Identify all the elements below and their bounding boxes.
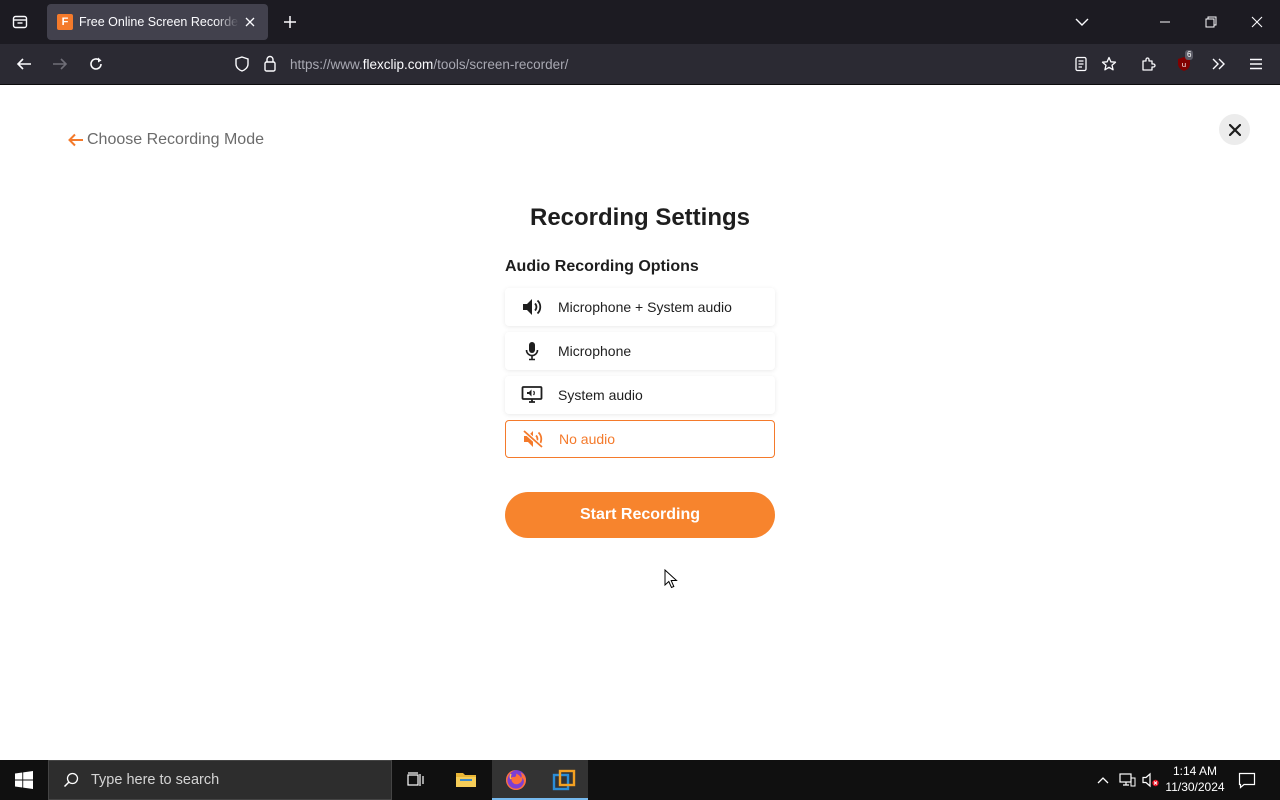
- option-system-audio[interactable]: System audio: [505, 376, 775, 414]
- muted-icon: [522, 428, 544, 450]
- bookmark-star-icon[interactable]: [1095, 50, 1123, 78]
- lock-icon[interactable]: [263, 55, 277, 77]
- windows-taskbar: Type here to search 1:14 AM 11/30/2024: [0, 760, 1280, 800]
- extension-badge: 6: [1185, 50, 1194, 60]
- url-host: flexclip.com: [362, 57, 434, 72]
- minimize-icon[interactable]: [1151, 8, 1179, 36]
- mouse-cursor-icon: [664, 569, 678, 589]
- browser-tab-bar: F Free Online Screen Recorder & Webcam R…: [0, 0, 1280, 44]
- clock-date: 11/30/2024: [1165, 780, 1225, 794]
- url-text[interactable]: https://www.flexclip.com/tools/screen-re…: [290, 57, 568, 72]
- option-no-audio[interactable]: No audio: [505, 420, 775, 458]
- taskbar-search-box[interactable]: Type here to search: [48, 760, 392, 800]
- url-prefix: https://www.: [290, 57, 363, 72]
- flexclip-favicon-icon: F: [57, 14, 73, 30]
- list-all-tabs-chevron-icon[interactable]: [1068, 8, 1096, 36]
- notifications-icon[interactable]: [1236, 760, 1258, 800]
- page-title: Recording Settings: [529, 204, 751, 231]
- speaker-icon: [521, 296, 543, 318]
- tab-title: Free Online Screen Recorder & Webcam Rec…: [79, 15, 239, 29]
- shield-icon[interactable]: [234, 56, 250, 77]
- close-icon: [1228, 123, 1241, 136]
- close-tab-icon[interactable]: [240, 12, 260, 32]
- search-icon: [63, 772, 79, 788]
- browser-toolbar: https://www.flexclip.com/tools/screen-re…: [0, 44, 1280, 85]
- taskbar-clock[interactable]: 1:14 AM 11/30/2024: [1162, 763, 1228, 795]
- task-view-icon[interactable]: [392, 760, 440, 800]
- search-placeholder: Type here to search: [91, 772, 220, 788]
- option-microphone-system-audio[interactable]: Microphone + System audio: [505, 288, 775, 326]
- show-hidden-icons-chevron-icon[interactable]: [1094, 760, 1112, 800]
- option-microphone[interactable]: Microphone: [505, 332, 775, 370]
- virtual-machine-app-icon[interactable]: [540, 760, 588, 800]
- extensions-puzzle-icon[interactable]: [1134, 50, 1162, 78]
- start-recording-button[interactable]: Start Recording: [505, 492, 775, 538]
- address-bar[interactable]: https://www.flexclip.com/tools/screen-re…: [228, 48, 1068, 80]
- new-tab-icon[interactable]: [278, 10, 302, 34]
- choose-recording-mode-link[interactable]: Choose Recording Mode: [68, 131, 264, 149]
- option-label: System audio: [558, 387, 643, 403]
- ublock-extension-icon[interactable]: u 6: [1170, 50, 1198, 78]
- network-icon[interactable]: [1116, 760, 1138, 800]
- reader-view-icon[interactable]: [1067, 50, 1095, 78]
- back-link-label: Choose Recording Mode: [87, 131, 264, 148]
- tab-overview-icon[interactable]: [6, 8, 34, 36]
- more-tools-chevrons-icon[interactable]: [1205, 50, 1233, 78]
- windows-start-icon[interactable]: [0, 760, 48, 800]
- active-tab[interactable]: F Free Online Screen Recorder & Webcam R…: [47, 4, 268, 40]
- hamburger-menu-icon[interactable]: [1242, 50, 1270, 78]
- clock-time: 1:14 AM: [1172, 764, 1218, 778]
- option-label: Microphone: [558, 343, 632, 359]
- option-label: No audio: [559, 431, 616, 447]
- forward-icon[interactable]: [46, 50, 74, 78]
- url-path: /tools/screen-recorder/: [433, 57, 569, 72]
- microphone-icon: [521, 340, 543, 362]
- option-label: Microphone + System audio: [558, 299, 732, 315]
- reload-icon[interactable]: [82, 50, 110, 78]
- volume-muted-icon[interactable]: [1140, 760, 1162, 800]
- svg-text:u: u: [1182, 61, 1186, 69]
- close-window-icon[interactable]: [1243, 8, 1271, 36]
- close-dialog-button[interactable]: [1219, 114, 1250, 145]
- back-icon[interactable]: [10, 50, 38, 78]
- recording-settings-page: Choose Recording Mode Recording Settings…: [0, 85, 1280, 760]
- monitor-speaker-icon: [521, 384, 543, 406]
- file-explorer-icon[interactable]: [442, 760, 490, 800]
- firefox-taskbar-icon[interactable]: [492, 760, 540, 800]
- restore-icon[interactable]: [1197, 8, 1225, 36]
- audio-options-label: Audio Recording Options: [505, 258, 699, 275]
- back-arrow-icon: [68, 133, 83, 147]
